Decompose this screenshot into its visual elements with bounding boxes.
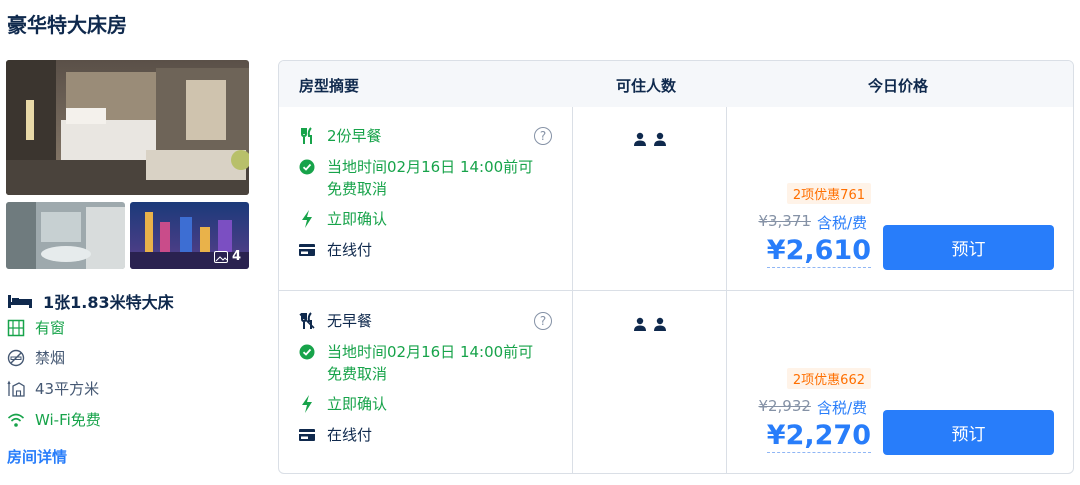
feature-label: Wi-Fi免费 [35, 411, 101, 429]
card-icon [299, 244, 315, 256]
room-title: 豪华特大床房 [7, 13, 127, 37]
payment-label: 在线付 [327, 241, 373, 259]
book-button[interactable]: 预订 [883, 225, 1054, 270]
guest-capacity [633, 317, 667, 331]
no-meal-icon [299, 312, 315, 329]
instant-confirm: 立即确认 [299, 208, 387, 230]
person-icon [654, 317, 666, 331]
feature-wifi: Wi-Fi免费 [7, 409, 101, 430]
no-smoking-icon [7, 349, 25, 366]
discount-badge[interactable]: 2项优惠662 [786, 368, 871, 389]
cancel-policy: 当地时间02月16日 14:00前可免费取消 [299, 156, 539, 200]
header-today-price: 今日价格 [868, 77, 929, 95]
bed-label: 1张1.83米特大床 [43, 293, 174, 312]
cancel-label: 当地时间02月16日 14:00前可免费取消 [327, 343, 534, 383]
original-price: ¥3,371 [758, 212, 811, 230]
tax-label: 含税/费 [816, 399, 867, 417]
payment-info: 在线付 [299, 239, 372, 261]
header-room-summary: 房型摘要 [299, 77, 360, 95]
window-icon [7, 319, 25, 336]
fork-knife-icon [301, 127, 312, 144]
book-button[interactable]: 预订 [883, 410, 1054, 455]
original-price-line: ¥3,371 含税/费 [758, 212, 867, 233]
feature-label: 禁烟 [35, 349, 66, 367]
current-price[interactable]: ¥2,270 [766, 420, 871, 453]
instant-confirm: 立即确认 [299, 393, 387, 415]
current-price[interactable]: ¥2,610 [766, 235, 871, 268]
header-guests: 可住人数 [616, 77, 677, 95]
check-circle-icon [299, 159, 315, 175]
photo-count: 4 [231, 249, 241, 264]
confirm-label: 立即确认 [327, 395, 388, 413]
cancel-policy: 当地时间02月16日 14:00前可免费取消 [299, 341, 539, 385]
bed-info: 1张1.83米特大床 [7, 289, 174, 313]
room-photo-main[interactable] [6, 60, 249, 195]
photo-count-badge[interactable]: 4 [213, 249, 241, 264]
wifi-icon [7, 413, 25, 427]
person-icon [634, 317, 646, 331]
confirm-label: 立即确认 [327, 210, 388, 228]
feature-area: 43平方米 [7, 378, 99, 399]
guest-capacity [633, 132, 667, 146]
person-icon [654, 132, 666, 146]
bed-icon [8, 295, 32, 308]
feature-label: 有窗 [35, 319, 66, 337]
original-price: ¥2,932 [758, 397, 811, 415]
meal-info: 2份早餐 [299, 125, 382, 147]
payment-info: 在线付 [299, 424, 372, 446]
table-header: 房型摘要 可住人数 今日价格 [279, 61, 1073, 107]
person-icon [634, 132, 646, 146]
rate-table: 房型摘要 可住人数 今日价格 2份早餐 ? 当地时间02月16日 14:00前可… [278, 60, 1074, 474]
feature-label: 43平方米 [35, 380, 100, 398]
gallery-icon [213, 250, 228, 263]
room-details-link[interactable]: 房间详情 [7, 446, 67, 467]
payment-label: 在线付 [327, 426, 373, 444]
cancel-label: 当地时间02月16日 14:00前可免费取消 [327, 158, 534, 198]
area-icon [7, 380, 25, 397]
tax-label: 含税/费 [816, 214, 867, 232]
card-icon [299, 429, 315, 441]
meal-label: 无早餐 [327, 312, 373, 330]
table-row: 2份早餐 ? 当地时间02月16日 14:00前可免费取消 立即确认 在线付 2… [279, 107, 1073, 290]
help-icon[interactable]: ? [534, 312, 552, 330]
meal-info: 无早餐 [299, 310, 372, 332]
feature-no-smoking: 禁烟 [7, 347, 65, 368]
help-icon[interactable]: ? [534, 127, 552, 145]
lightning-icon [302, 210, 312, 228]
lightning-icon [302, 395, 312, 413]
feature-window: 有窗 [7, 317, 65, 338]
discount-badge[interactable]: 2项优惠761 [786, 183, 871, 204]
table-row: 无早餐 ? 当地时间02月16日 14:00前可免费取消 立即确认 在线付 2项… [279, 291, 1073, 473]
city-photo[interactable]: 4 [130, 202, 249, 269]
room-photo-bathroom[interactable] [6, 202, 125, 269]
original-price-line: ¥2,932 含税/费 [758, 397, 867, 418]
check-circle-icon [299, 344, 315, 360]
meal-label: 2份早餐 [327, 127, 382, 145]
